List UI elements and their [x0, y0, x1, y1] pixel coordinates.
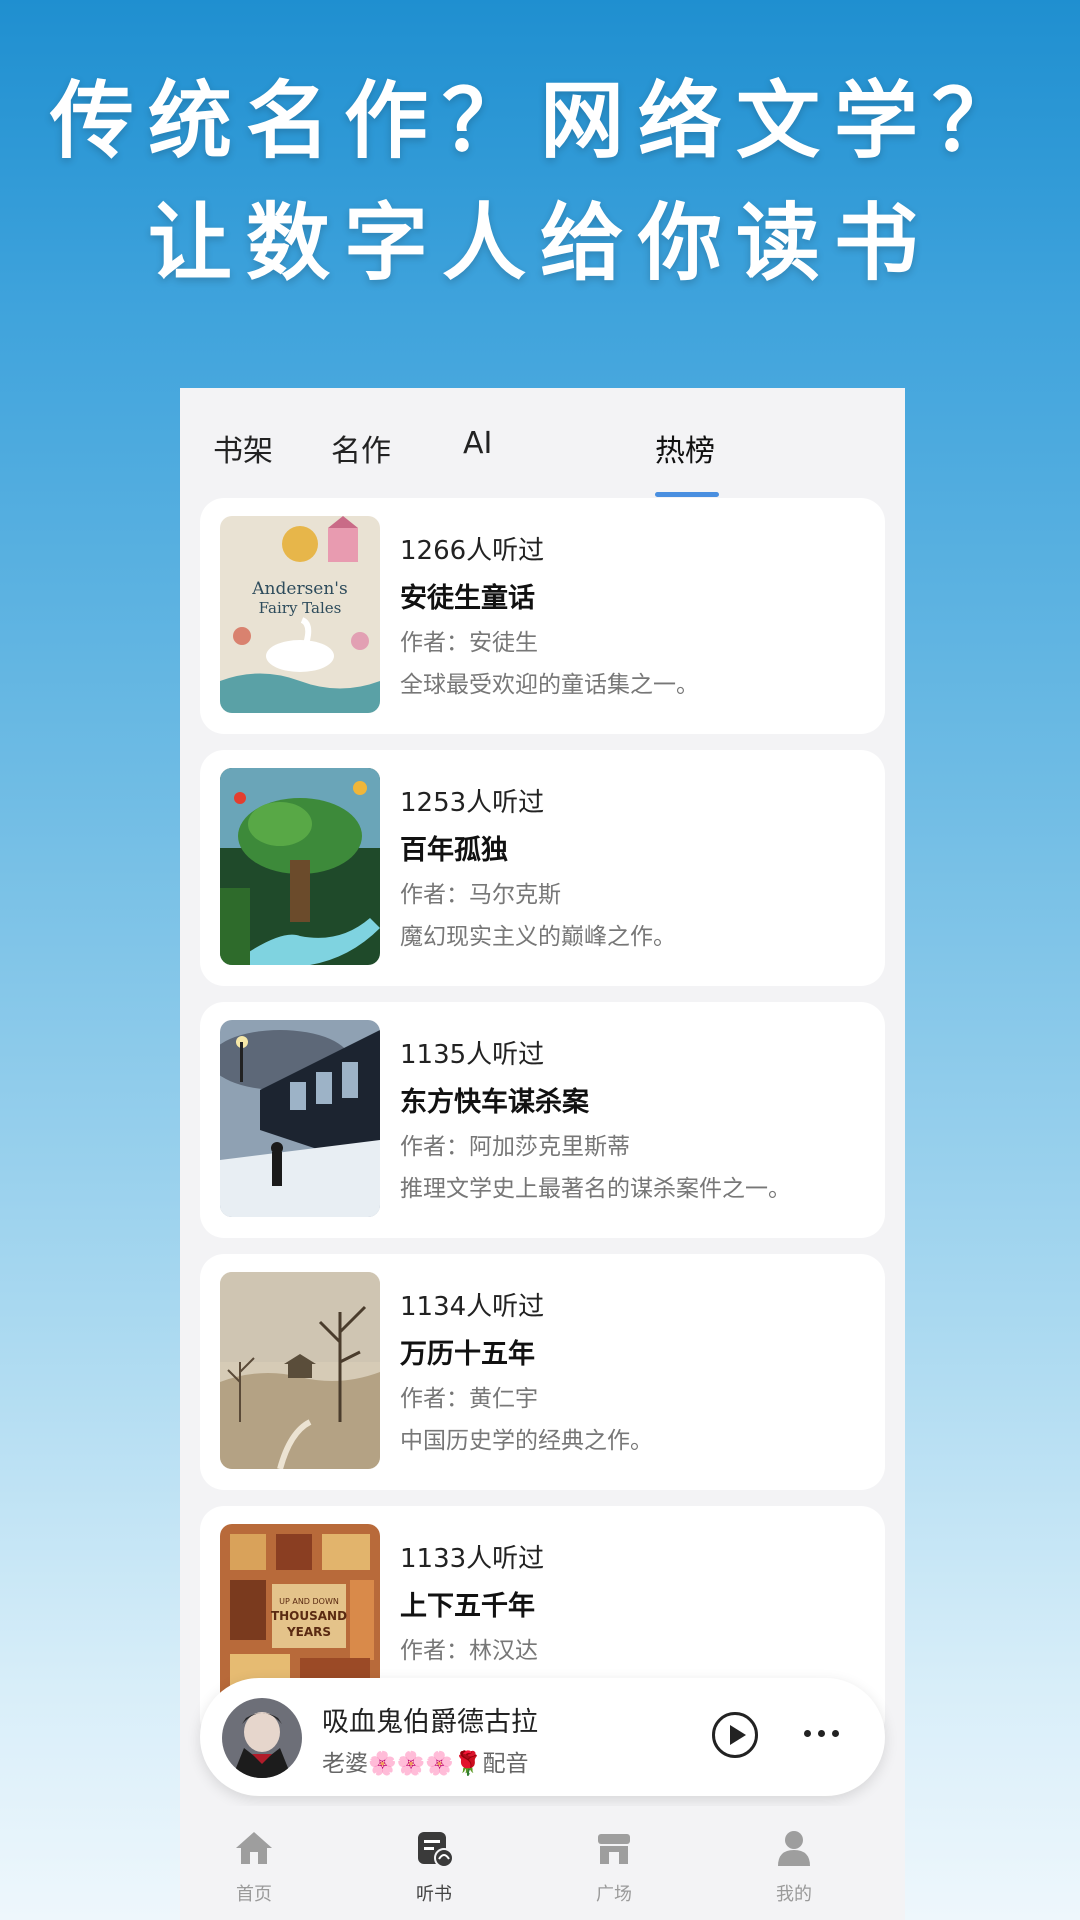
- nav-profile[interactable]: 我的: [734, 1826, 854, 1906]
- book-description: 中国历史学的经典之作。: [400, 1428, 653, 1454]
- book-title: 东方快车谋杀案: [400, 1087, 589, 1118]
- category-tabs: 书架 名作 AI 热榜: [180, 388, 905, 498]
- play-button[interactable]: [712, 1712, 758, 1758]
- listen-count: 1253人听过: [400, 788, 545, 818]
- book-author: 作者：黄仁宇: [400, 1386, 538, 1412]
- tab-hot-list[interactable]: 热榜: [655, 426, 715, 470]
- cover-title-1: Andersen's: [251, 579, 347, 599]
- book-card[interactable]: Andersen's Fairy Tales 1266人听过 安徒生童话 作者：…: [200, 498, 885, 734]
- book-author: 作者：安徒生: [400, 630, 538, 656]
- promo-line-1: 传统名作？网络文学？: [49, 72, 1030, 170]
- book-cover-image: [220, 1272, 380, 1469]
- nav-audiobooks[interactable]: 听书: [374, 1826, 494, 1906]
- audiobook-icon: [412, 1826, 456, 1870]
- more-options-button[interactable]: [802, 1718, 842, 1748]
- book-title: 上下五千年: [400, 1591, 535, 1622]
- home-icon: [232, 1826, 276, 1870]
- book-cover-image: [220, 768, 380, 965]
- now-playing-bar[interactable]: 吸血鬼伯爵德古拉 老婆🌸🌸🌸🌹配音: [200, 1678, 885, 1796]
- book-description: 魔幻现实主义的巅峰之作。: [400, 924, 676, 950]
- book-cover: [220, 768, 380, 965]
- profile-icon: [772, 1826, 816, 1870]
- book-author: 作者：马尔克斯: [400, 882, 561, 908]
- app-screen: 书架 名作 AI 热榜 Andersen's Fairy Tales 1266人…: [180, 388, 905, 1920]
- book-card[interactable]: 1253人听过 百年孤独 作者：马尔克斯 魔幻现实主义的巅峰之作。: [200, 750, 885, 986]
- book-cover: [220, 1272, 380, 1469]
- nav-label: 听书: [416, 1884, 452, 1905]
- promo-headline: 传统名作？网络文学？ 让数字人给你读书: [0, 60, 1080, 304]
- book-cover: [220, 1020, 380, 1217]
- nav-label: 广场: [596, 1884, 632, 1905]
- book-cover: Andersen's Fairy Tales: [220, 516, 380, 713]
- listen-count: 1133人听过: [400, 1544, 545, 1574]
- book-description: 推理文学史上最著名的谋杀案件之一。: [400, 1176, 791, 1202]
- book-description: 全球最受欢迎的童话集之一。: [400, 672, 699, 698]
- nav-label: 首页: [236, 1884, 272, 1905]
- now-playing-avatar: [222, 1698, 302, 1778]
- nav-plaza[interactable]: 广场: [554, 1826, 674, 1906]
- nav-home[interactable]: 首页: [194, 1826, 314, 1906]
- book-card[interactable]: 1134人听过 万历十五年 作者：黄仁宇 中国历史学的经典之作。: [200, 1254, 885, 1490]
- nav-label: 我的: [776, 1884, 812, 1905]
- book-title: 万历十五年: [400, 1339, 535, 1370]
- book-author: 作者：阿加莎克里斯蒂: [400, 1134, 630, 1160]
- tab-ai[interactable]: AI: [463, 426, 492, 461]
- book-title: 百年孤独: [400, 835, 508, 866]
- book-author: 作者：林汉达: [400, 1638, 538, 1664]
- cover-title-2: THOUSAND: [271, 1609, 347, 1623]
- book-list: Andersen's Fairy Tales 1266人听过 安徒生童话 作者：…: [200, 498, 885, 1783]
- tab-classics[interactable]: 名作: [331, 426, 391, 470]
- tab-bookshelf[interactable]: 书架: [213, 426, 273, 470]
- listen-count: 1134人听过: [400, 1292, 545, 1322]
- bottom-navigation: 首页 听书 广场 我的: [180, 1806, 905, 1920]
- store-icon: [592, 1826, 636, 1870]
- listen-count: 1266人听过: [400, 536, 545, 566]
- listen-count: 1135人听过: [400, 1040, 545, 1070]
- cover-title-3: YEARS: [286, 1625, 331, 1639]
- active-tab-indicator: [655, 492, 719, 497]
- promo-line-2: 让数字人给你读书: [147, 194, 932, 292]
- cover-title-1: UP AND DOWN: [279, 1597, 339, 1606]
- book-cover-image: Andersen's Fairy Tales: [220, 516, 380, 713]
- now-playing-narrator: 老婆🌸🌸🌸🌹配音: [322, 1751, 529, 1777]
- book-title: 安徒生童话: [400, 583, 535, 614]
- cover-title-2: Fairy Tales: [259, 599, 342, 617]
- book-cover-image: [220, 1020, 380, 1217]
- book-card[interactable]: 1135人听过 东方快车谋杀案 作者：阿加莎克里斯蒂 推理文学史上最著名的谋杀案…: [200, 1002, 885, 1238]
- now-playing-title: 吸血鬼伯爵德古拉: [322, 1707, 538, 1738]
